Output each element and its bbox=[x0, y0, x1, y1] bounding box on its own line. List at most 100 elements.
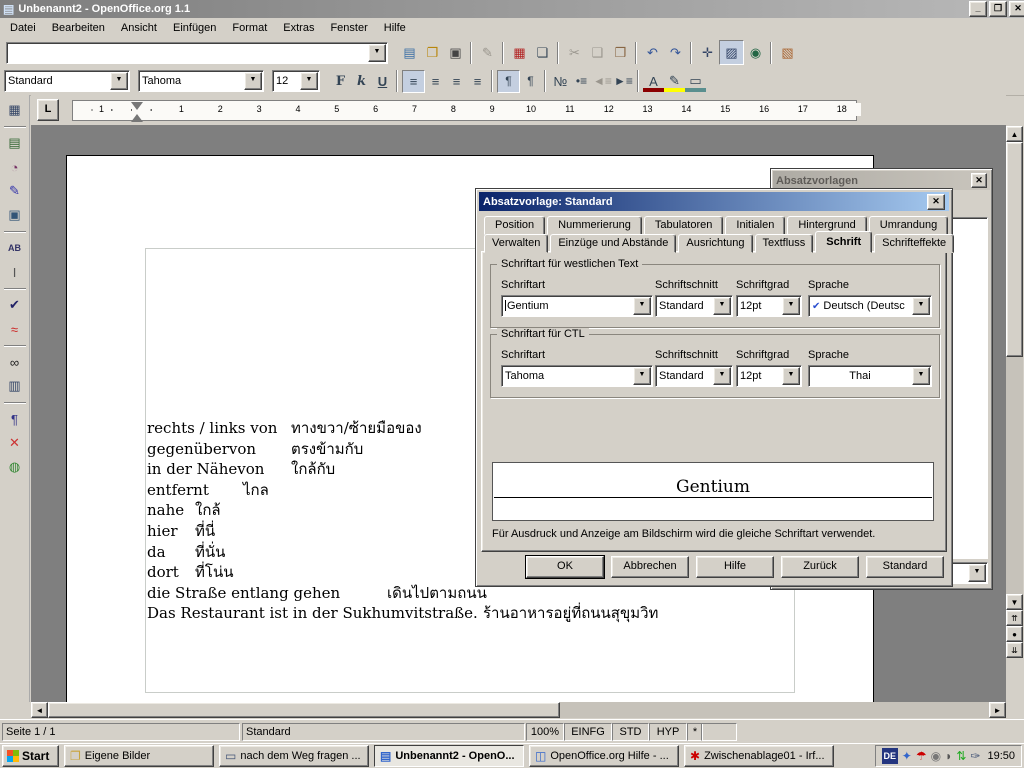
bold-button[interactable]: F bbox=[330, 71, 351, 92]
antivirus-icon[interactable]: ☂ bbox=[916, 749, 927, 763]
western-style-dropdown-icon[interactable]: ▼ bbox=[713, 297, 731, 315]
vertical-scroll-track[interactable] bbox=[1006, 142, 1023, 594]
direct-cursor-icon[interactable]: I bbox=[3, 260, 27, 284]
pen-tablet-icon[interactable]: ✑ bbox=[970, 749, 980, 763]
help-button[interactable]: Hilfe bbox=[696, 556, 774, 578]
rtl-paragraph-button[interactable]: ¶ bbox=[520, 71, 541, 92]
underline-button[interactable]: U bbox=[372, 71, 393, 92]
font-size-combo[interactable]: 12 ▼ bbox=[272, 70, 320, 92]
navigation-button[interactable]: ● bbox=[1006, 626, 1023, 642]
background-color-button[interactable]: ▭ bbox=[685, 71, 706, 92]
status-field[interactable]: Seite 1 / 1 bbox=[2, 723, 240, 741]
horizontal-scrollbar[interactable]: ◄ ► bbox=[31, 702, 1006, 718]
status-field[interactable]: Standard bbox=[242, 723, 525, 741]
online-layout-icon[interactable]: ◍ bbox=[3, 455, 27, 479]
autotext-icon[interactable]: AB bbox=[3, 236, 27, 260]
language-indicator[interactable]: DE bbox=[882, 748, 898, 764]
volume-icon[interactable]: ◉ bbox=[931, 749, 941, 763]
menu-item[interactable]: Einfügen bbox=[165, 19, 224, 37]
horizontal-scroll-thumb[interactable] bbox=[48, 702, 560, 718]
western-font-combo[interactable]: Gentium ▼ bbox=[501, 295, 653, 317]
scroll-right-button[interactable]: ► bbox=[989, 702, 1006, 718]
western-font-dropdown-icon[interactable]: ▼ bbox=[633, 297, 651, 315]
status-field[interactable]: STD bbox=[612, 723, 649, 741]
status-field[interactable]: 100% bbox=[526, 723, 564, 741]
stylist-close-button[interactable]: ✕ bbox=[971, 173, 987, 188]
dialog-tab[interactable]: Schrift bbox=[815, 231, 872, 253]
hyperlink-icon[interactable]: ◉ bbox=[744, 41, 767, 64]
scroll-down-button[interactable]: ▼ bbox=[1006, 594, 1023, 610]
menu-item[interactable]: Fenster bbox=[322, 19, 375, 37]
task-unbenannt2[interactable]: ▤ Unbenannt2 - OpenO... bbox=[374, 745, 524, 767]
nonprinting-chars-icon[interactable]: ¶ bbox=[3, 407, 27, 431]
ctl-style-dropdown-icon[interactable]: ▼ bbox=[713, 367, 731, 385]
western-language-dropdown-icon[interactable]: ▼ bbox=[912, 297, 930, 315]
save-icon[interactable]: ▣ bbox=[444, 41, 467, 64]
font-name-combo[interactable]: Tahoma ▼ bbox=[138, 70, 264, 92]
size-dropdown-icon[interactable]: ▼ bbox=[300, 72, 318, 90]
draw-functions-icon[interactable]: ✎ bbox=[3, 179, 27, 203]
minimize-button[interactable]: _ bbox=[969, 1, 987, 17]
edit-file-icon[interactable]: ✎ bbox=[476, 41, 499, 64]
spellcheck-icon[interactable]: ✔ bbox=[3, 293, 27, 317]
auto-spellcheck-icon[interactable]: ≈ bbox=[3, 317, 27, 341]
url-dropdown-icon[interactable]: ▼ bbox=[368, 44, 386, 62]
ctl-language-dropdown-icon[interactable]: ▼ bbox=[912, 367, 930, 385]
dialog-tab[interactable]: Nummerierung bbox=[547, 216, 642, 235]
back-button[interactable]: Zurück bbox=[781, 556, 859, 578]
gallery-icon[interactable]: ▧ bbox=[776, 41, 799, 64]
highlight-button[interactable]: ✎ bbox=[664, 71, 685, 92]
restore-button[interactable]: ❐ bbox=[989, 1, 1007, 17]
next-page-button[interactable]: ⇊ bbox=[1006, 642, 1023, 658]
ctl-font-combo[interactable]: Tahoma ▼ bbox=[501, 365, 653, 387]
scroll-up-button[interactable]: ▲ bbox=[1006, 126, 1023, 142]
document-line[interactable]: Das Restaurant ist in der Sukhumvitstraß… bbox=[147, 603, 658, 624]
dialog-tab[interactable]: Initialen bbox=[725, 216, 785, 235]
font-dropdown-icon[interactable]: ▼ bbox=[244, 72, 262, 90]
cut-icon[interactable]: ✂ bbox=[563, 41, 586, 64]
find-icon[interactable]: ∞ bbox=[3, 350, 27, 374]
vertical-scroll-thumb[interactable] bbox=[1006, 142, 1023, 357]
insert-object-icon[interactable]: ◔ bbox=[3, 155, 27, 179]
dialog-close-button[interactable]: ✕ bbox=[927, 194, 945, 210]
redo-icon[interactable]: ↷ bbox=[664, 41, 687, 64]
dialog-titlebar[interactable]: Absatzvorlage: Standard ✕ bbox=[479, 192, 949, 211]
insert-table-icon[interactable]: ▦ bbox=[3, 98, 27, 122]
scroll-left-button[interactable]: ◄ bbox=[31, 702, 48, 718]
filter-dropdown-icon[interactable]: ▼ bbox=[968, 564, 986, 582]
ok-button[interactable]: OK bbox=[526, 556, 604, 578]
increase-indent-button[interactable]: ►≡ bbox=[613, 71, 634, 92]
menu-item[interactable]: Extras bbox=[275, 19, 322, 37]
dialog-tab[interactable]: Schrifteffekte bbox=[874, 234, 954, 253]
indent-marker[interactable] bbox=[131, 102, 143, 118]
new-document-icon[interactable]: ▤ bbox=[398, 41, 421, 64]
paste-icon[interactable]: ❒ bbox=[609, 41, 632, 64]
ctl-language-combo[interactable]: Thai ▼ bbox=[808, 365, 932, 387]
menu-item[interactable]: Datei bbox=[2, 19, 44, 37]
ltr-paragraph-button[interactable]: ¶ bbox=[497, 70, 520, 93]
graphics-toggle-icon[interactable]: ✕ bbox=[3, 431, 27, 455]
cancel-button[interactable]: Abbrechen bbox=[611, 556, 689, 578]
align-right-button[interactable]: ≡ bbox=[446, 71, 467, 92]
horizontal-ruler[interactable]: 1 123456789101112131415161718 bbox=[72, 100, 857, 121]
align-left-button[interactable]: ≡ bbox=[402, 70, 425, 93]
ctl-style-combo[interactable]: Standard ▼ bbox=[655, 365, 733, 387]
ctl-font-dropdown-icon[interactable]: ▼ bbox=[633, 367, 651, 385]
status-field[interactable]: EINFG bbox=[564, 723, 612, 741]
ctl-size-dropdown-icon[interactable]: ▼ bbox=[782, 367, 800, 385]
standard-button[interactable]: Standard bbox=[866, 556, 944, 578]
dialog-tab[interactable]: Tabulatoren bbox=[644, 216, 724, 235]
copy-icon[interactable]: ❑ bbox=[586, 41, 609, 64]
western-size-combo[interactable]: 12pt ▼ bbox=[736, 295, 802, 317]
print-icon[interactable]: ❏ bbox=[531, 41, 554, 64]
task-eigene-bilder[interactable]: ❐ Eigene Bilder bbox=[64, 745, 214, 767]
numbered-list-button[interactable]: № bbox=[550, 71, 571, 92]
status-field[interactable]: HYP bbox=[649, 723, 687, 741]
tab-type-selector[interactable]: L bbox=[37, 99, 59, 121]
insert-icon[interactable]: ▤ bbox=[3, 131, 27, 155]
dialog-tab[interactable]: Umrandung bbox=[869, 216, 948, 235]
font-color-button[interactable]: A bbox=[643, 71, 664, 92]
start-button[interactable]: Start bbox=[2, 745, 59, 767]
close-button[interactable]: ✕ bbox=[1009, 1, 1024, 17]
western-size-dropdown-icon[interactable]: ▼ bbox=[782, 297, 800, 315]
